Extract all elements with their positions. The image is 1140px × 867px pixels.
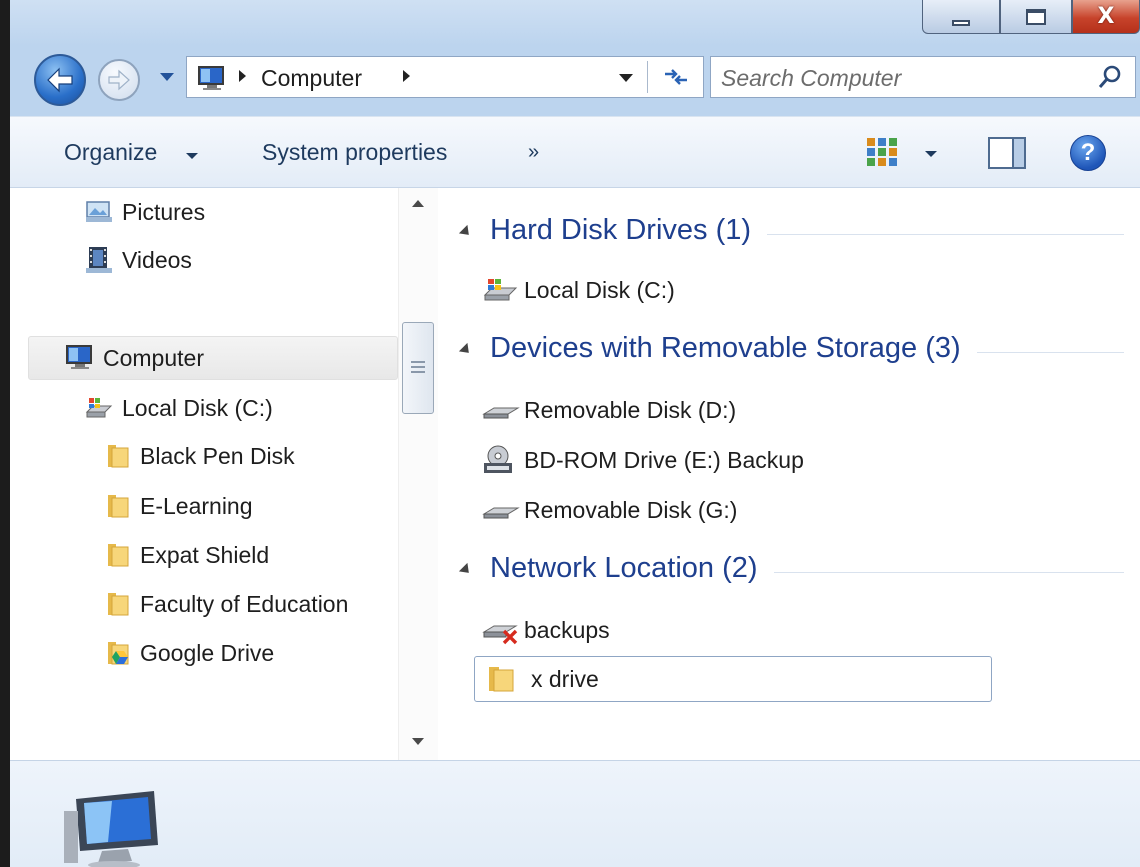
pictures-library-icon [86, 201, 112, 222]
preview-pane-icon [1012, 139, 1024, 167]
nav-item-label: Google Drive [140, 639, 275, 666]
disconnected-network-drive-icon [482, 625, 518, 645]
network-drive-backups[interactable]: backups [482, 610, 610, 650]
nav-item-label: Expat Shield [140, 541, 270, 568]
more-commands-button[interactable]: » [528, 141, 539, 164]
help-button[interactable]: ? [1070, 135, 1106, 171]
nav-item-label: Computer [103, 344, 204, 371]
nav-item-videos[interactable]: Videos [84, 238, 192, 282]
nav-item-folder[interactable]: Black Pen Disk [102, 434, 295, 478]
organize-button[interactable]: Organize [64, 139, 157, 166]
collapse-caret-icon[interactable] [458, 342, 474, 358]
nav-item-folder[interactable]: Faculty of Education [102, 582, 348, 626]
search-input[interactable] [721, 63, 1081, 93]
minimize-icon [952, 19, 970, 26]
recent-pages-dropdown-icon[interactable] [160, 73, 174, 81]
scroll-grip-icon [411, 361, 425, 373]
bd-rom-drive-icon [484, 445, 512, 473]
forward-button[interactable] [98, 59, 140, 101]
computer-icon [64, 791, 158, 867]
drive-removable-disk-g[interactable]: Removable Disk (G:) [482, 490, 737, 530]
nav-item-pictures[interactable]: Pictures [84, 190, 205, 234]
folder-icon [108, 445, 129, 468]
maximize-icon [1026, 8, 1046, 25]
group-title: Devices with Removable Storage (3) [490, 332, 977, 365]
group-header-hard-disk-drives[interactable]: Hard Disk Drives (1) [438, 214, 1138, 254]
computer-icon [198, 66, 224, 90]
group-header-removable-storage[interactable]: Devices with Removable Storage (3) [438, 332, 1138, 372]
network-folder-x-drive[interactable]: x drive [474, 656, 992, 702]
scroll-up-icon[interactable] [412, 200, 424, 207]
command-bar: Organize System properties » ? [10, 116, 1140, 188]
organize-dropdown-icon[interactable] [186, 153, 198, 159]
change-view-dropdown-icon[interactable] [925, 151, 937, 157]
forward-arrow-icon [108, 69, 130, 91]
nav-item-google-drive[interactable]: Google Drive [102, 631, 274, 675]
breadcrumb-computer[interactable]: Computer [261, 65, 362, 92]
close-button[interactable]: X [1072, 0, 1140, 34]
address-divider [647, 61, 648, 93]
search-icon[interactable] [1097, 64, 1123, 90]
maximize-button[interactable] [1000, 0, 1072, 34]
folder-icon [108, 544, 129, 567]
close-icon: X [1097, 4, 1115, 29]
breadcrumb-separator-icon[interactable] [403, 70, 410, 82]
drive-label: Removable Disk (D:) [524, 396, 737, 423]
drive-label: BD-ROM Drive (E:) Backup [524, 446, 804, 473]
address-row: Computer [10, 46, 1140, 116]
search-box[interactable] [710, 56, 1136, 98]
back-arrow-icon [47, 67, 73, 93]
drive-label: Removable Disk (G:) [524, 496, 738, 523]
folder-icon [489, 667, 514, 692]
drive-bd-rom-e[interactable]: BD-ROM Drive (E:) Backup [482, 440, 804, 480]
nav-item-folder[interactable]: E-Learning [102, 484, 253, 528]
folder-icon [108, 593, 129, 616]
group-title: Network Location (2) [490, 552, 774, 585]
local-disk-icon [483, 279, 518, 301]
nav-item-label: Videos [122, 246, 192, 273]
removable-disk-icon [482, 507, 520, 519]
refresh-button[interactable] [653, 59, 699, 95]
drive-label: backups [524, 616, 610, 643]
google-drive-folder-icon [108, 642, 129, 665]
refresh-icon [665, 69, 687, 85]
change-view-icon[interactable] [866, 137, 898, 167]
nav-item-label: Faculty of Education [140, 590, 349, 617]
computer-icon [66, 345, 92, 369]
navigation-pane: Pictures Videos Computer Local Disk (C:) [10, 188, 438, 760]
minimize-button[interactable] [922, 0, 1000, 34]
address-bar[interactable]: Computer [186, 56, 704, 98]
collapse-caret-icon[interactable] [458, 562, 474, 578]
group-title: Hard Disk Drives (1) [490, 214, 768, 247]
title-bar: X [10, 0, 1140, 46]
breadcrumb-separator-icon[interactable] [239, 70, 246, 82]
system-properties-button[interactable]: System properties [262, 139, 447, 166]
drive-local-disk-c[interactable]: Local Disk (C:) [482, 270, 675, 310]
scrollbar-thumb[interactable] [402, 322, 434, 414]
details-pane [10, 760, 1140, 867]
address-dropdown-icon[interactable] [619, 74, 633, 82]
drive-removable-disk-d[interactable]: Removable Disk (D:) [482, 390, 736, 430]
nav-item-label: Pictures [122, 198, 206, 225]
nav-item-computer[interactable]: Computer [28, 336, 398, 380]
content-pane: Hard Disk Drives (1) Local Disk (C:) Dev… [438, 188, 1140, 760]
nav-item-local-disk-c[interactable]: Local Disk (C:) [84, 386, 273, 430]
folder-icon [108, 495, 129, 518]
collapse-caret-icon[interactable] [458, 224, 474, 240]
nav-item-folder[interactable]: Expat Shield [102, 533, 269, 577]
videos-library-icon [86, 247, 112, 273]
nav-item-label: E-Learning [140, 492, 253, 519]
navigation-scrollbar[interactable] [398, 188, 438, 760]
nav-item-label: Black Pen Disk [140, 442, 295, 469]
removable-disk-icon [482, 407, 520, 419]
drive-label: x drive [531, 665, 599, 692]
local-disk-icon [85, 398, 113, 418]
nav-item-label: Local Disk (C:) [122, 394, 273, 421]
drive-label: Local Disk (C:) [524, 276, 675, 303]
preview-pane-button[interactable] [988, 137, 1026, 169]
back-button[interactable] [34, 54, 86, 106]
group-header-network-location[interactable]: Network Location (2) [438, 552, 1138, 592]
scroll-down-icon[interactable] [412, 738, 424, 745]
window-frame-edge [0, 0, 10, 867]
